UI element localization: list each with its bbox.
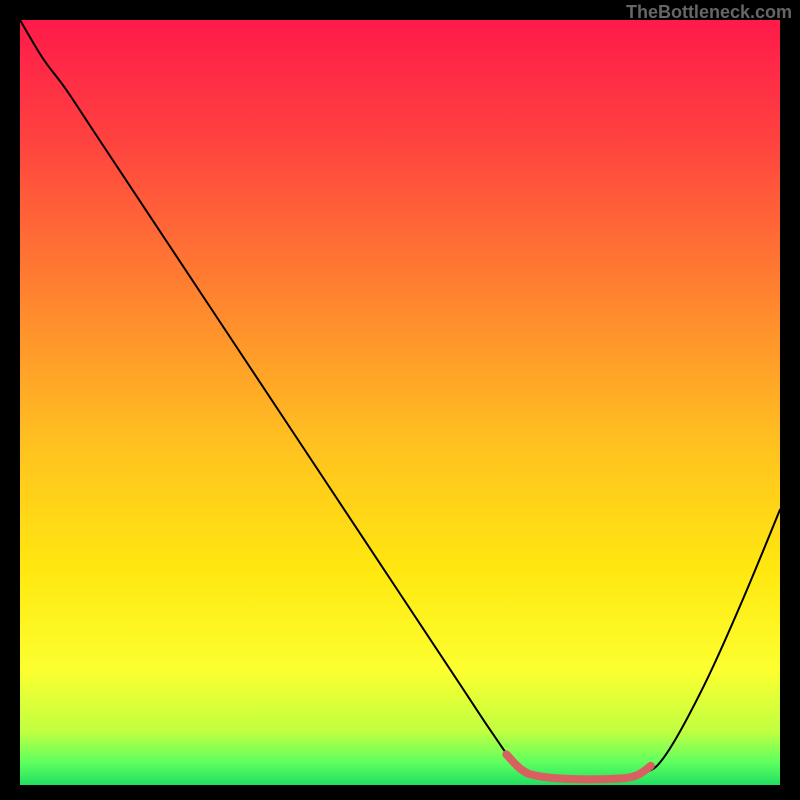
chart-svg	[20, 20, 780, 785]
plot-area	[20, 20, 780, 785]
gradient-background	[20, 20, 780, 785]
chart-container: TheBottleneck.com	[0, 0, 800, 800]
watermark-text: TheBottleneck.com	[626, 2, 792, 23]
